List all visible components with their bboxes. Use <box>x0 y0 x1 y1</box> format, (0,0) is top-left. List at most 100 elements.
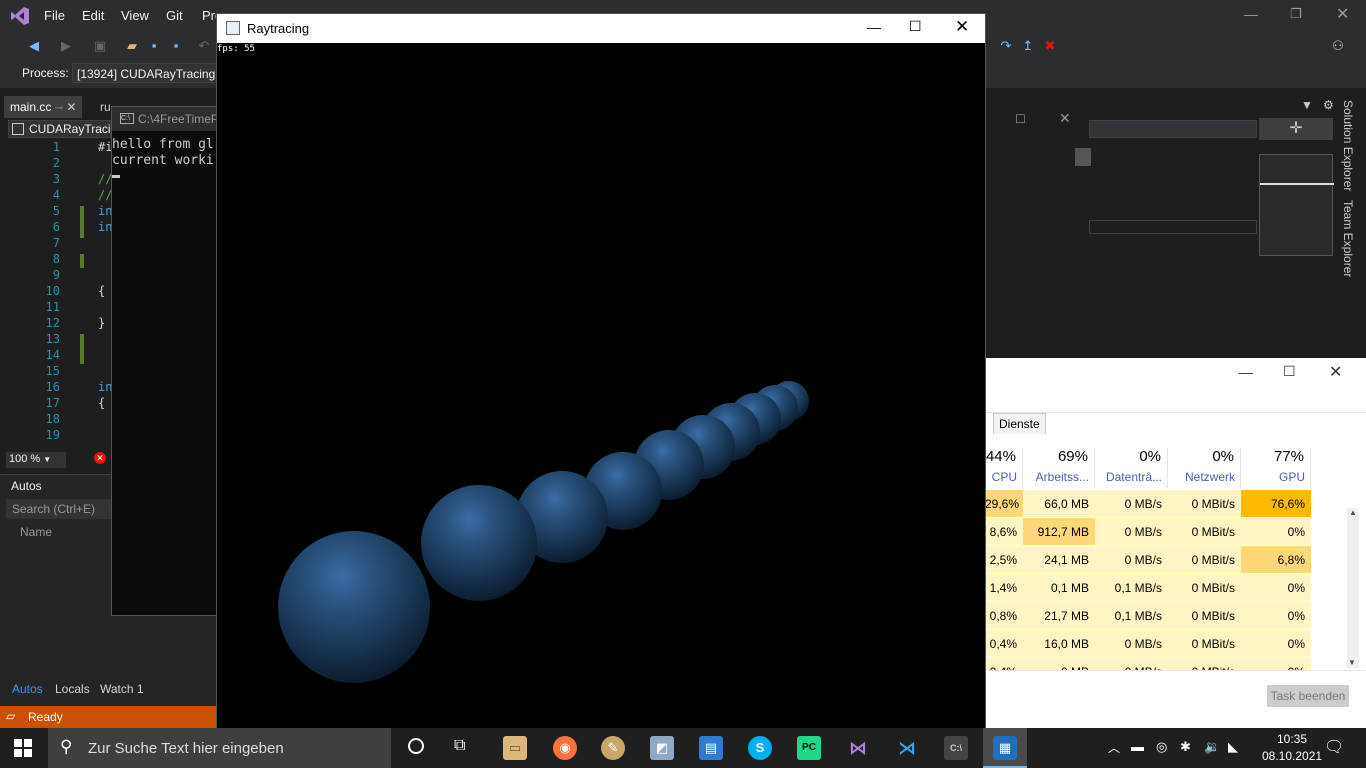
dropdown-arrow-icon[interactable]: ▼ <box>1301 98 1313 112</box>
scrollbar-thumb[interactable] <box>1075 148 1091 166</box>
vs-restore-button[interactable]: ❐ <box>1290 6 1302 22</box>
tab-dienste[interactable]: Dienste <box>993 413 1046 434</box>
cortana-icon[interactable] <box>408 738 424 754</box>
error-icon[interactable]: ✕ <box>94 452 106 464</box>
tm-process-row[interactable]: 0,4%0 MB0 MB/s0 MBit/s0% <box>985 658 1345 670</box>
pycharm-icon[interactable]: PC <box>797 736 821 760</box>
live-share-icon[interactable]: ⚇ <box>1330 38 1346 54</box>
save-all-icon[interactable]: ▪ <box>168 38 184 54</box>
tm-cell: 0 MBit/s <box>1168 602 1241 630</box>
scroll-down-icon[interactable]: ▼ <box>1348 658 1356 667</box>
tm-header-name[interactable]: Netzwerk <box>1168 470 1241 484</box>
render-viewport[interactable]: fps: 55 <box>217 43 985 728</box>
tm-minimize-button[interactable]: — <box>1239 364 1253 380</box>
tab-watch-1[interactable]: Watch 1 <box>100 682 144 696</box>
process-dropdown[interactable]: [13924] CUDARayTracing.ex <box>72 63 222 83</box>
scroll-up-icon[interactable]: ▲ <box>1349 508 1357 517</box>
vscode-icon[interactable]: ⋊ <box>895 736 919 760</box>
back-icon[interactable]: ◀ <box>26 38 42 54</box>
panel-close-icon[interactable]: ✕ <box>1059 110 1071 127</box>
tm-cell: 0,4% <box>985 630 1023 658</box>
zoom-dropdown[interactable]: 100 % ▼ <box>6 452 66 468</box>
ray-minimize-button[interactable]: — <box>867 19 881 35</box>
vs-minimize-button[interactable]: — <box>1244 6 1258 22</box>
gear-icon[interactable]: ⚙ <box>1323 98 1334 112</box>
code-line[interactable]: { <box>98 284 105 298</box>
code-minimap[interactable] <box>1259 154 1334 256</box>
tm-process-row[interactable]: 8,6% 912,7 MB 0 MB/s 0 MBit/s 0% <box>985 518 1345 546</box>
member-dropdown[interactable] <box>1089 120 1257 138</box>
raytracing-titlebar: Raytracing — ☐ ✕ <box>217 14 985 43</box>
tab-locals[interactable]: Locals <box>55 682 90 696</box>
tm-cell: 0% <box>1241 658 1311 670</box>
paint-icon[interactable]: ✎ <box>601 736 625 760</box>
menu-view[interactable]: View <box>121 8 149 23</box>
menu-edit[interactable]: Edit <box>82 8 104 23</box>
team-explorer-tab[interactable]: Team Explorer <box>1341 200 1355 277</box>
process-label: Process: <box>22 66 69 80</box>
raytracing-window[interactable]: Raytracing — ☐ ✕ fps: 55 <box>216 13 986 729</box>
system-monitor-icon[interactable]: ◩ <box>650 736 674 760</box>
menu-git[interactable]: Git <box>166 8 183 23</box>
tm-header-name[interactable]: Arbeitss... <box>1023 470 1095 484</box>
new-item-icon[interactable]: ▣ <box>92 38 108 54</box>
control-panel-icon[interactable]: ▤ <box>699 736 723 760</box>
show-hidden-icons-icon[interactable]: ︿ <box>1108 739 1120 756</box>
close-tab-icon[interactable]: ✕ <box>66 100 76 114</box>
ray-maximize-button[interactable]: ☐ <box>909 18 922 35</box>
file-explorer-icon[interactable]: ▭ <box>503 736 527 760</box>
undo-icon[interactable]: ↶ <box>196 38 212 54</box>
breakpoint-icon[interactable]: ✖ <box>1042 38 1058 54</box>
tab-autos[interactable]: Autos <box>12 682 43 696</box>
task-view-icon[interactable]: ⧉ <box>454 737 465 755</box>
tm-header-name[interactable]: Datenträ... <box>1095 470 1168 484</box>
open-folder-icon[interactable]: ▰ <box>124 38 140 54</box>
project-dropdown[interactable]: CUDARayTracin <box>8 120 116 138</box>
taskbar-search-box[interactable]: ⚲ Zur Suche Text hier eingeben <box>48 728 391 768</box>
clock-date[interactable]: 08.10.2021 <box>1262 749 1322 763</box>
tm-process-row[interactable]: 0,4% 16,0 MB 0 MB/s 0 MBit/s 0% <box>985 630 1345 658</box>
tm-process-row[interactable]: 1,4% 0,1 MB 0,1 MB/s 0 MBit/s 0% <box>985 574 1345 602</box>
skype-icon[interactable]: S <box>748 736 772 760</box>
forward-icon[interactable]: ▶ <box>58 38 74 54</box>
menu-file[interactable]: File <box>44 8 65 23</box>
status-text: Ready <box>28 710 63 724</box>
ray-close-button[interactable]: ✕ <box>955 17 969 37</box>
tm-scrollbar[interactable]: ▲ ▼ <box>1347 508 1359 668</box>
solution-explorer-tab[interactable]: Solution Explorer <box>1341 100 1355 191</box>
task-manager-window[interactable]: — ☐ ✕ Dienste 44% CPU 69% Arbeitss... 0% Date… <box>985 358 1366 728</box>
volume-icon[interactable]: 🔉 <box>1204 739 1220 755</box>
raytracing-title: Raytracing <box>247 21 310 36</box>
wifi-icon[interactable]: ◣ <box>1228 739 1238 755</box>
firefox-icon[interactable]: ◉ <box>553 736 577 760</box>
bluetooth-icon[interactable]: ✱ <box>1180 739 1191 755</box>
panel-restore-icon[interactable]: ☐ <box>1015 112 1026 126</box>
pin-icon[interactable]: ⊸ <box>55 103 63 114</box>
notification-icon[interactable]: 🗨 <box>1324 737 1344 757</box>
tm-process-row[interactable]: 2,5% 24,1 MB 0 MB/s 0 MBit/s 6,8% <box>985 546 1345 574</box>
vs-close-button[interactable]: ✕ <box>1336 4 1349 24</box>
tm-header-name[interactable]: CPU <box>985 470 1023 484</box>
split-handle-icon[interactable]: ✛ <box>1259 118 1333 140</box>
terminal-icon[interactable]: C:\ <box>944 736 968 760</box>
start-windows-icon[interactable] <box>14 739 32 757</box>
tm-maximize-button[interactable]: ☐ <box>1283 363 1296 380</box>
end-task-button[interactable]: Task beenden <box>1267 685 1349 707</box>
console-window[interactable]: C:\ C:\4FreeTimeP hello from gl current … <box>111 106 217 616</box>
tm-header-name[interactable]: GPU <box>1241 470 1311 484</box>
tab-main-cc[interactable]: main.cc ⊸ ✕ <box>4 96 83 118</box>
clock-time[interactable]: 10:35 <box>1270 732 1314 746</box>
line-number: 7 <box>52 236 60 250</box>
save-icon[interactable]: ▪ <box>146 38 162 54</box>
step-out-icon[interactable]: ↥ <box>1020 38 1036 54</box>
drive-icon[interactable]: ▬ <box>1131 739 1144 754</box>
tm-process-row[interactable]: 0,8% 21,7 MB 0,1 MB/s 0 MBit/s 0% <box>985 602 1345 630</box>
tm-process-row[interactable]: 29,6% 66,0 MB 0 MB/s 0 MBit/s 76,6% <box>985 490 1345 518</box>
code-line[interactable]: } <box>98 316 105 330</box>
code-line[interactable]: { <box>98 396 105 410</box>
tm-close-button[interactable]: ✕ <box>1329 362 1342 382</box>
visual-studio-icon[interactable]: ⋈ <box>846 736 870 760</box>
step-over-icon[interactable]: ↷ <box>998 38 1014 54</box>
taskbar-active-app[interactable]: ▦ <box>983 728 1027 768</box>
webcam-icon[interactable]: ◎ <box>1156 739 1167 755</box>
